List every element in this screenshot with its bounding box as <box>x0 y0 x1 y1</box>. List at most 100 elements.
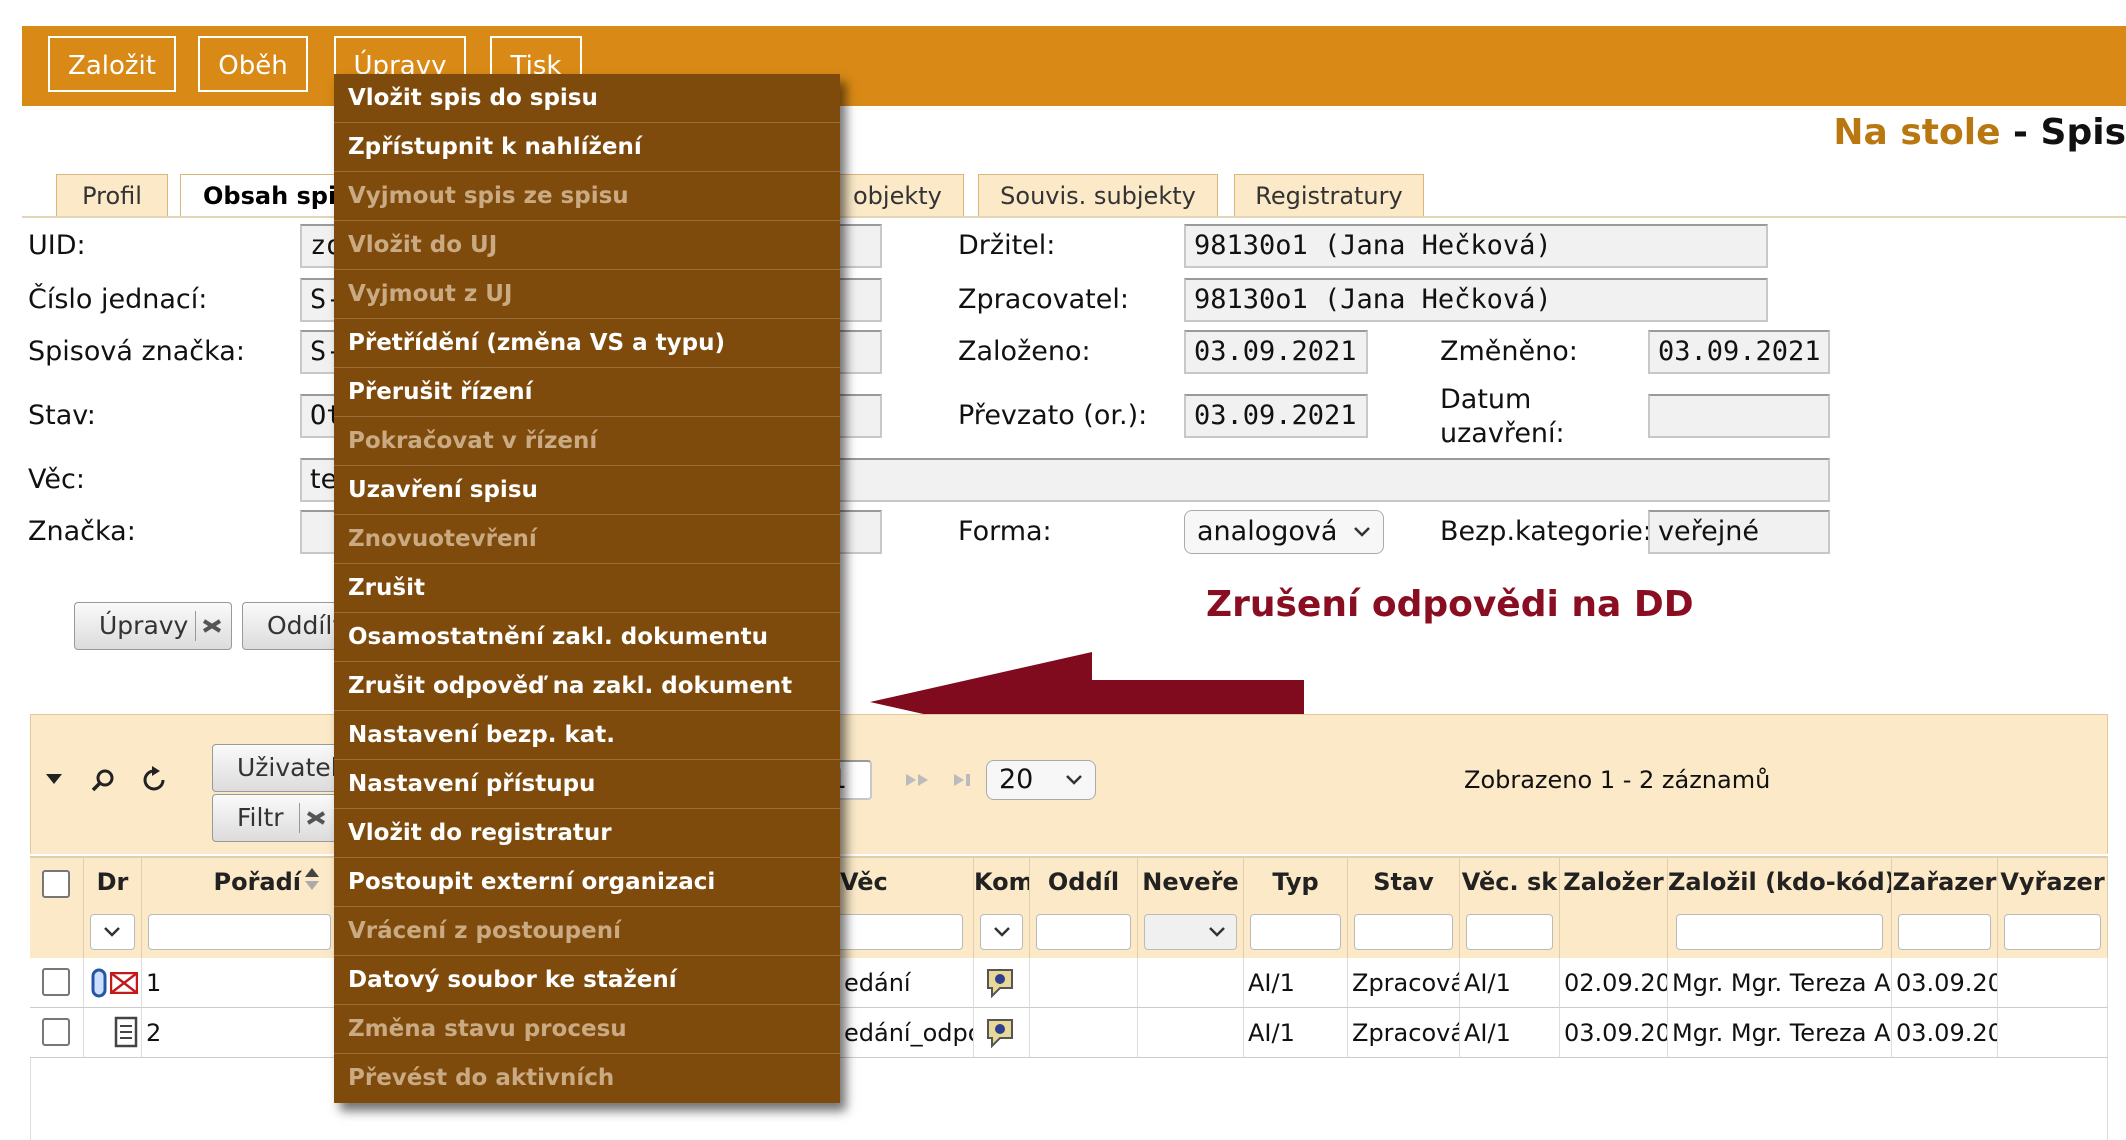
comment-icon[interactable] <box>984 1016 1016 1048</box>
comment-icon[interactable] <box>984 966 1016 998</box>
menu-item-vlozit-spis-do-spisu[interactable]: Vložit spis do spisu <box>334 74 840 123</box>
col-header-vyrazeno[interactable]: Vyřazer <box>1998 858 2108 906</box>
obeh-button[interactable]: Oběh <box>198 36 308 92</box>
drzitel-field[interactable]: 98130o1 (Jana Hečková) <box>1184 224 1768 268</box>
tab-profil[interactable]: Profil <box>56 174 168 216</box>
row-vec: edání <box>840 958 974 1008</box>
col-header-neverejny[interactable]: Neveře <box>1138 858 1244 906</box>
menu-item-pretrideni[interactable]: Přetřídění (změna VS a typu) <box>334 319 840 368</box>
oddily-button-label: Oddíly <box>267 611 337 640</box>
bezp-kategorie-field[interactable]: veřejné <box>1648 510 1830 554</box>
row-checkbox[interactable] <box>42 968 70 996</box>
col-header-stav[interactable]: Stav <box>1348 858 1460 906</box>
filter-typ-input[interactable] <box>1250 914 1341 950</box>
grid-right-border <box>2107 1058 2108 1140</box>
upravy-button[interactable]: Úpravy <box>74 602 232 650</box>
chevron-down-icon <box>1066 775 1082 785</box>
col-header-zarazeno[interactable]: Zařazer <box>1892 858 1998 906</box>
tab-registratury[interactable]: Registratury <box>1234 174 1424 216</box>
tab-obsah-spisu[interactable]: Obsah spi <box>180 174 340 218</box>
menu-item-nastaveni-bezp-kat[interactable]: Nastavení bezp. kat. <box>334 711 840 760</box>
page-title: Na stole - Spis <box>1833 112 2126 153</box>
zmeneno-field[interactable]: 03.09.2021 <box>1648 330 1830 374</box>
filter-zarazeno-input[interactable] <box>1898 914 1991 950</box>
upravy-dropdown-menu: Vložit spis do spisu Zpřístupnit k nahlí… <box>334 74 840 1103</box>
row-vyrazeno <box>1998 1008 2108 1058</box>
row-type-icons <box>84 1008 142 1058</box>
row-stav: Zpracová <box>1348 1008 1460 1058</box>
oddily-button[interactable]: Oddíly <box>242 602 338 650</box>
menu-item-pokracovat-v-rizeni: Pokračovat v řízení <box>334 417 840 466</box>
zpracovatel-field[interactable]: 98130o1 (Jana Hečková) <box>1184 278 1768 322</box>
uzivatelske-button[interactable]: Uživatels <box>212 744 340 792</box>
col-header-typ[interactable]: Typ <box>1244 858 1348 906</box>
search-icon[interactable] <box>90 768 116 794</box>
chevron-down-icon <box>994 927 1010 937</box>
filter-oddil-input[interactable] <box>1036 914 1131 950</box>
row-zalozil: Mgr. Mgr. Tereza A <box>1668 958 1892 1008</box>
menu-item-osamostatneni[interactable]: Osamostatnění zakl. dokumentu <box>334 613 840 662</box>
datum-uzavreni-field[interactable] <box>1648 394 1830 438</box>
filter-kom-select[interactable] <box>980 914 1023 950</box>
filter-poradi <box>142 906 338 958</box>
filter-dr-select[interactable] <box>90 914 135 950</box>
sort-icon[interactable] <box>304 866 320 892</box>
page-size-select[interactable]: 20 <box>986 760 1096 800</box>
row-vec-sk: AI/1 <box>1460 1008 1560 1058</box>
forma-select[interactable]: analogová <box>1184 510 1384 554</box>
select-all-checkbox[interactable] <box>42 870 70 898</box>
filter-zalozil-input[interactable] <box>1676 914 1883 950</box>
zalozeno-field[interactable]: 03.09.2021 <box>1184 330 1368 374</box>
zalozit-button[interactable]: Založit <box>48 36 176 92</box>
znacka-label: Značka: <box>28 516 136 547</box>
menu-item-zrusit-odpoved[interactable]: Zrušit odpověď na zakl. dokument <box>334 662 840 711</box>
filter-zarazeno <box>1892 906 1998 958</box>
row-type-icons <box>84 958 142 1008</box>
filtr-button[interactable]: Filtr <box>212 794 338 842</box>
filter-vec-sk-input[interactable] <box>1466 914 1553 950</box>
menu-item-nastaveni-pristupu[interactable]: Nastavení přístupu <box>334 760 840 809</box>
col-header-oddil[interactable]: Oddíl <box>1030 858 1138 906</box>
refresh-icon[interactable] <box>140 766 168 794</box>
col-header-zalozil[interactable]: Založil (kdo-kód) <box>1668 858 1892 906</box>
col-header-dr[interactable]: Dr <box>84 858 142 906</box>
menu-item-prerusit-rizeni[interactable]: Přerušit řízení <box>334 368 840 417</box>
filter-vyrazeno-input[interactable] <box>2004 914 2101 950</box>
upravy-button-label: Úpravy <box>99 611 189 640</box>
zpracovatel-label: Zpracovatel: <box>958 284 1129 315</box>
forma-label: Forma: <box>958 516 1052 547</box>
col-header-kom[interactable]: Kom <box>974 858 1030 906</box>
filter-vyrazeno <box>1998 906 2108 958</box>
col-header-zalozeno[interactable]: Založer <box>1560 858 1668 906</box>
next-page-icon[interactable] <box>904 772 932 788</box>
menu-item-postoupit-externi-organizaci[interactable]: Postoupit externí organizaci <box>334 858 840 907</box>
split-divider <box>299 803 300 833</box>
chevron-down-icon <box>1209 927 1225 937</box>
menu-item-vlozit-do-registratur[interactable]: Vložit do registratur <box>334 809 840 858</box>
filter-oddil <box>1030 906 1138 958</box>
menu-item-zrusit[interactable]: Zrušit <box>334 564 840 613</box>
prevzato-field[interactable]: 03.09.2021 <box>1184 394 1368 438</box>
bezp-kategorie-label: Bezp.kategorie: <box>1440 516 1652 547</box>
menu-item-zpristupnit-k-nahlizeni[interactable]: Zpřístupnit k nahlížení <box>334 123 840 172</box>
menu-item-datovy-soubor[interactable]: Datový soubor ke stažení <box>334 956 840 1005</box>
filter-poradi-input[interactable] <box>148 914 331 950</box>
row-zalozeno: 02.09.20 <box>1560 958 1668 1008</box>
menu-item-uzavreni-spisu[interactable]: Uzavření spisu <box>334 466 840 515</box>
row-checkbox[interactable] <box>42 1018 70 1046</box>
filter-stav <box>1348 906 1460 958</box>
menu-item-prevest-do-aktivnich: Převést do aktivních <box>348 1065 615 1091</box>
filter-neverejny-select[interactable] <box>1144 914 1237 950</box>
tools-icon <box>202 619 222 633</box>
tab-souvis-subjekty[interactable]: Souvis. subjekty <box>978 174 1218 216</box>
zalozeno-label: Založeno: <box>958 336 1091 367</box>
col-header-vec-sk[interactable]: Věc. sk <box>1460 858 1560 906</box>
row-poradi: 1 <box>142 958 338 1008</box>
last-page-icon[interactable] <box>950 772 978 788</box>
datum-uzavreni-label-2: uzavření: <box>1440 418 1565 449</box>
filter-stav-input[interactable] <box>1354 914 1453 950</box>
col-header-vec[interactable]: Věc <box>840 858 974 906</box>
zmeneno-label: Změněno: <box>1440 336 1578 367</box>
collapse-triangle-icon[interactable] <box>44 772 64 786</box>
page-size-value: 20 <box>999 764 1034 795</box>
